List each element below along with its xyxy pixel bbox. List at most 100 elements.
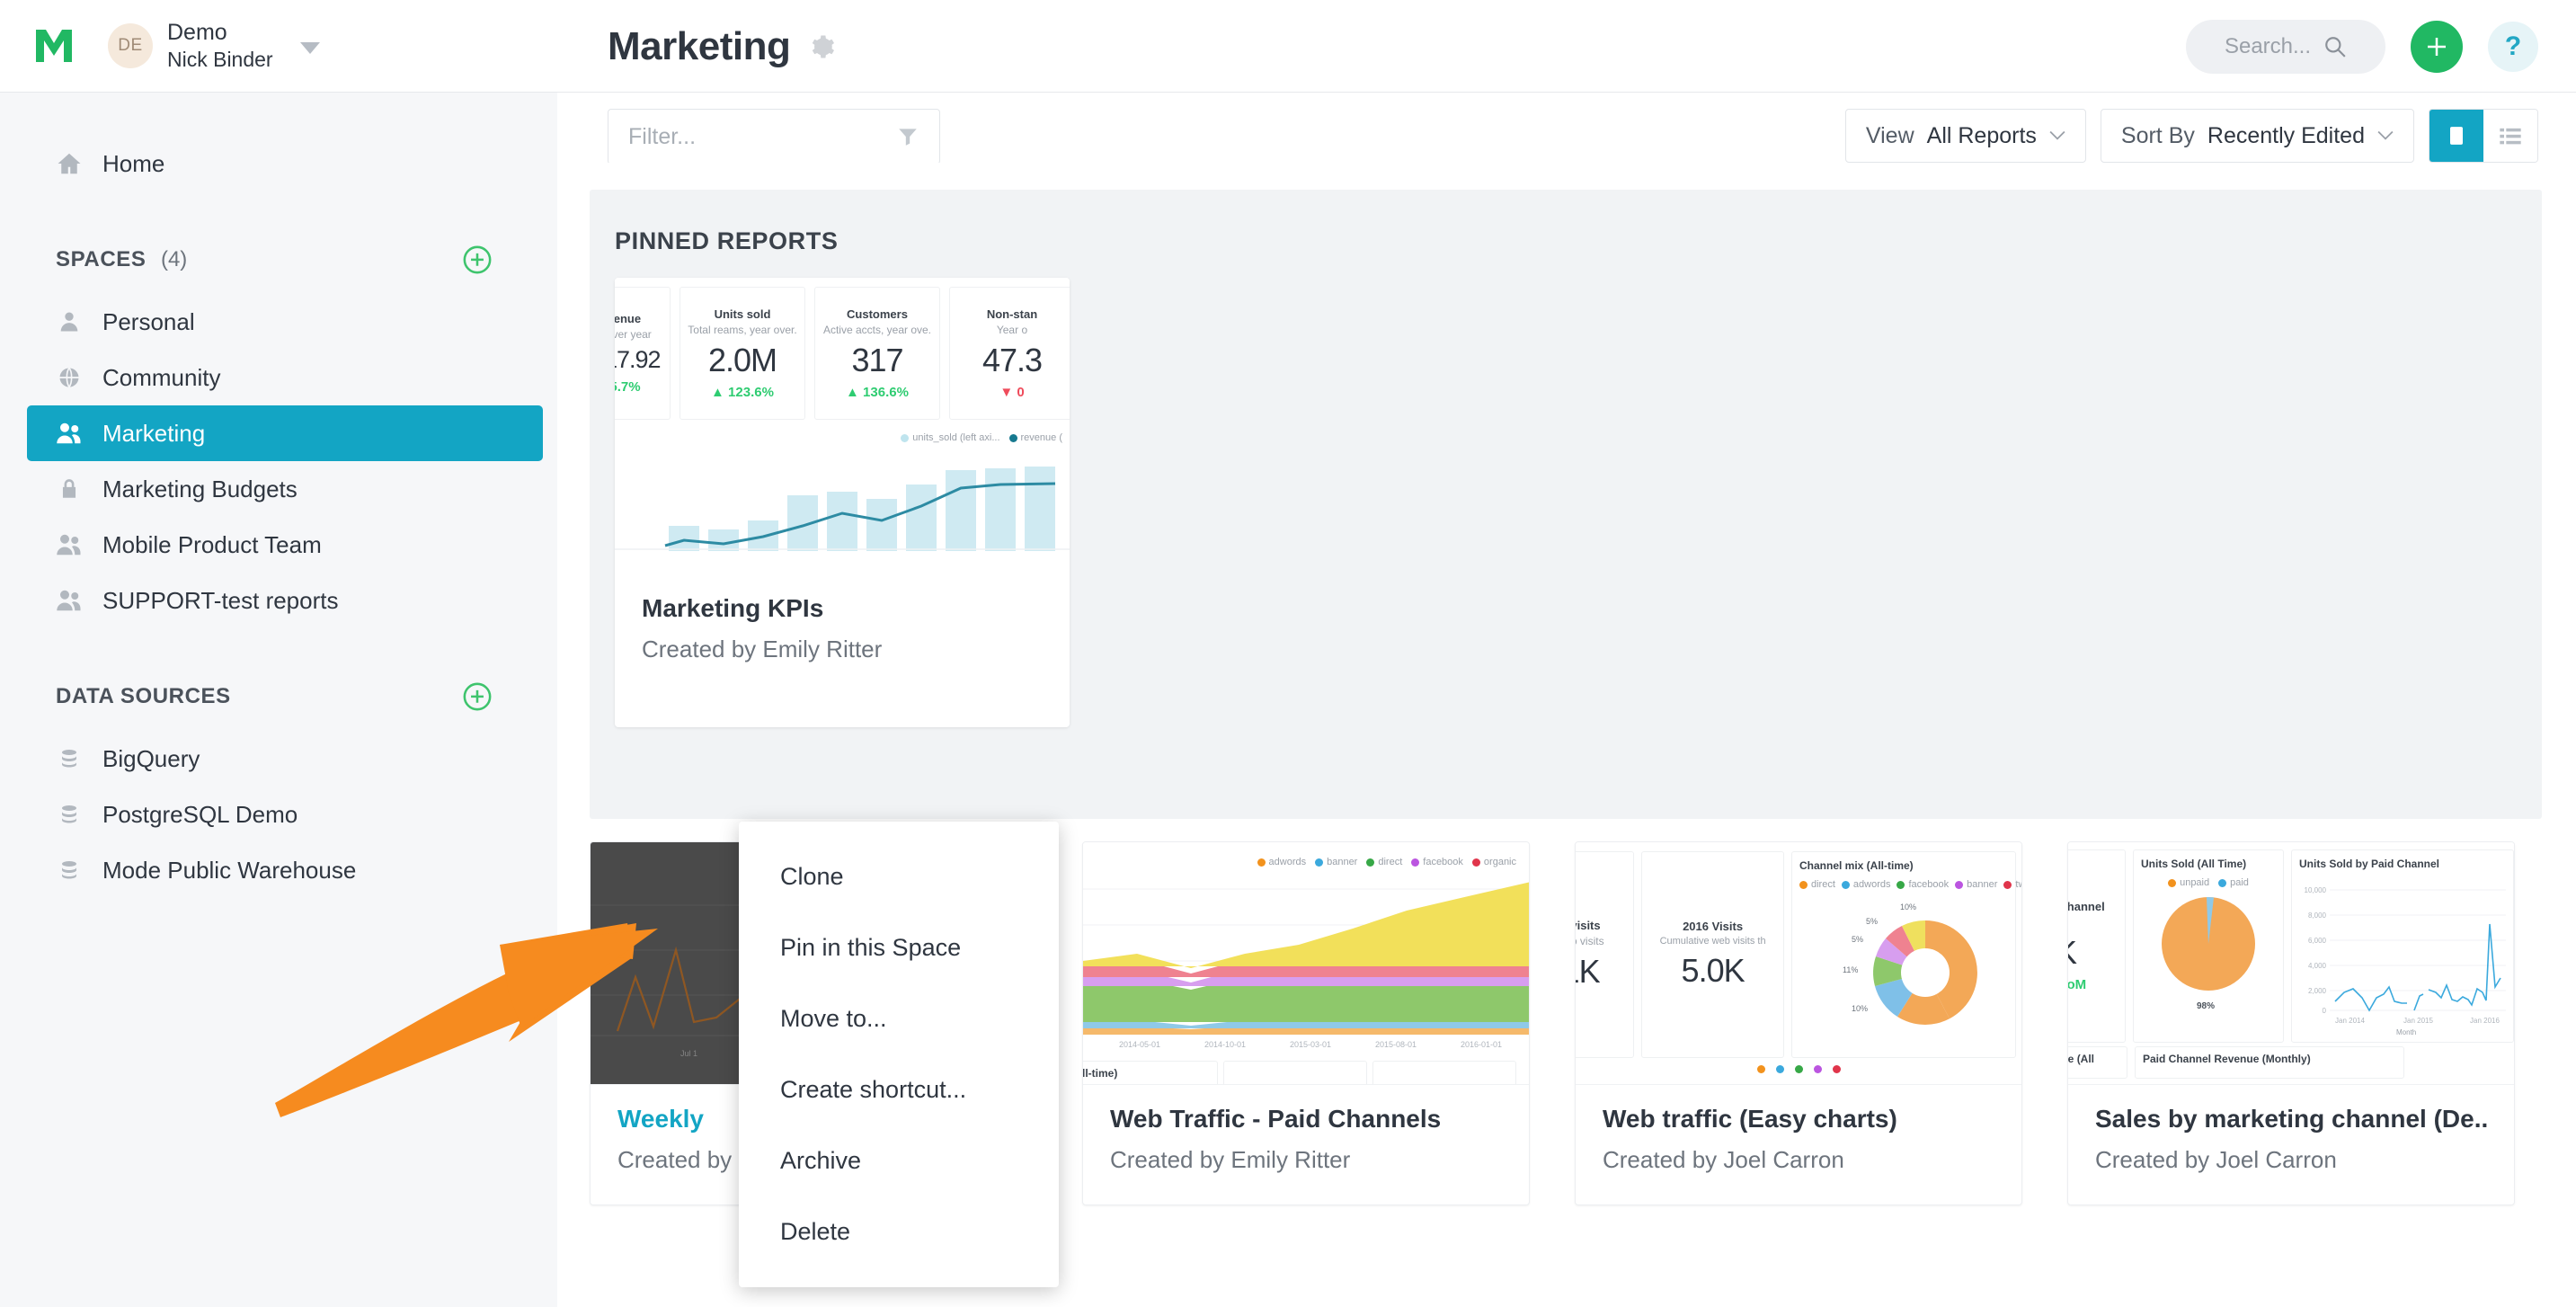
sort-by-select[interactable]: Sort By Recently Edited — [2100, 109, 2414, 163]
view-mode-toggle — [2429, 109, 2538, 163]
kpi-desc: Year o — [996, 323, 1028, 336]
kpi-desc: Year over year — [615, 328, 652, 341]
add-circle-icon[interactable] — [462, 681, 493, 712]
account-switcher[interactable]: DE Demo Nick Binder — [108, 19, 320, 73]
sidebar-item-home[interactable]: Home — [0, 136, 557, 191]
report-thumbnail: Revenue Year over year 4,917.92 ▲ 5.7% U… — [615, 278, 1070, 574]
data-sources-section-header: DATA SOURCES — [0, 677, 557, 716]
sidebar-item-label: Mode Public Warehouse — [102, 856, 357, 884]
sidebar-item-personal[interactable]: Personal — [0, 294, 557, 350]
context-menu-item-archive[interactable]: Archive — [739, 1125, 1059, 1196]
chart-legend-item: paid — [2218, 877, 2249, 888]
add-circle-icon[interactable] — [462, 245, 493, 275]
sidebar-item-mode-public-warehouse[interactable]: Mode Public Warehouse — [0, 842, 557, 898]
grid-view-button[interactable] — [2429, 110, 2483, 162]
stacked-area-chart: 2014-05-01 2014-10-01 2015-03-01 2015-08… — [1083, 882, 1529, 1049]
globe-icon — [56, 364, 83, 391]
plus-icon — [2428, 37, 2446, 56]
chart-legend-item: direct — [1366, 857, 1402, 867]
context-menu-item-delete[interactable]: Delete — [739, 1196, 1059, 1267]
mode-logo[interactable] — [0, 28, 108, 64]
context-menu-item-clone[interactable]: Clone — [739, 841, 1059, 912]
page-title: Marketing — [608, 23, 791, 68]
view-select[interactable]: View All Reports — [1844, 109, 2086, 163]
grid-view-icon — [2450, 127, 2463, 145]
sort-by-value: Recently Edited — [2207, 122, 2365, 148]
kpi-name: Revenue — [615, 312, 642, 325]
chart-legend-item — [1794, 1065, 1803, 1073]
donut-chart: 10% 5% 5% 11% 10% — [1843, 902, 1977, 1025]
search-icon — [2325, 36, 2346, 58]
sidebar-item-mobile-product-team[interactable]: Mobile Product Team — [0, 517, 557, 573]
axis-tick: 2015-03-01 — [1290, 1040, 1331, 1049]
donut-label: 10% — [1852, 1004, 1868, 1013]
chart-legend-item — [1756, 1065, 1765, 1073]
sidebar-item-bigquery[interactable]: BigQuery — [0, 731, 557, 787]
context-menu-item-move-to[interactable]: Move to... — [739, 983, 1059, 1054]
spaces-section-header: SPACES (4) — [0, 240, 557, 280]
chart-legend-item: twitter — [2003, 879, 2021, 890]
avatar: DE — [108, 23, 153, 68]
kpi-value: 1K — [1576, 953, 1601, 990]
help-button[interactable]: ? — [2488, 21, 2538, 72]
kpi-delta: ▲ 136.6% — [846, 384, 909, 400]
kpi-name: aid Channel — [2068, 900, 2105, 913]
sidebar-item-marketing-budgets[interactable]: Marketing Budgets — [0, 461, 557, 517]
report-card-web-traffic-easy-charts[interactable]: e visits web visits 1K 2016 Visits Cumul… — [1575, 841, 2022, 1205]
sidebar-item-postgresql-demo[interactable]: PostgreSQL Demo — [0, 787, 557, 842]
sidebar-item-support-test-reports[interactable]: SUPPORT-test reports — [0, 573, 557, 628]
home-icon — [56, 150, 83, 177]
people-icon — [56, 420, 83, 447]
filter-placeholder: Filter... — [628, 123, 697, 149]
pinned-reports-panel: PINNED REPORTS Revenue Year over year 4,… — [590, 190, 2542, 819]
kpi-value: 4K — [2068, 934, 2077, 972]
card-title[interactable]: Marketing KPIs — [642, 594, 1043, 623]
axis-tick: 2014-05-01 — [1119, 1040, 1160, 1049]
kpi-desc: Cumulative web visits th — [1659, 936, 1766, 947]
view-value: All Reports — [1926, 122, 2037, 148]
axis-tick: Jan 2014 — [2335, 1017, 2365, 1025]
create-button[interactable] — [2411, 20, 2463, 73]
chart-legend-item: units_sold (left axi... — [901, 432, 1000, 443]
sidebar: Home SPACES (4) Personal Community Marke… — [0, 93, 557, 1307]
chevron-down-icon[interactable] — [299, 41, 320, 54]
chart-legend-item: revenue ( — [1008, 432, 1062, 443]
lock-icon — [56, 476, 83, 502]
kpi-desc: Total reams, year over. — [688, 323, 797, 336]
search-input[interactable]: Search... — [2186, 19, 2385, 74]
sidebar-item-community[interactable]: Community — [0, 350, 557, 405]
pinned-report-card[interactable]: Revenue Year over year 4,917.92 ▲ 5.7% U… — [615, 278, 1070, 727]
context-menu-item-create-shortcut[interactable]: Create shortcut... — [739, 1054, 1059, 1125]
filter-input[interactable]: Filter... — [608, 109, 940, 164]
report-card-web-traffic-paid-channels[interactable]: adwords banner direct facebook organic 2… — [1082, 841, 1530, 1205]
sidebar-item-label: Marketing — [102, 419, 206, 447]
sidebar-item-label: SUPPORT-test reports — [102, 586, 339, 614]
report-card-sales-by-marketing-channel[interactable]: aid Channel Month 4K ▲ MoM Units Sold (A… — [2067, 841, 2515, 1205]
kpi-value: 4,917.92 — [615, 346, 662, 373]
sidebar-item-label: Community — [102, 363, 221, 391]
people-icon — [56, 531, 83, 558]
context-menu-item-pin-in-this-space[interactable]: Pin in this Space — [739, 912, 1059, 983]
chart-legend-item: facebook — [1411, 857, 1463, 867]
gear-icon[interactable] — [808, 33, 835, 60]
card-title[interactable]: Web traffic (Easy charts) — [1603, 1105, 1994, 1134]
chart-legend-item: adwords — [1841, 879, 1890, 890]
account-user: Nick Binder — [167, 48, 273, 72]
list-view-button[interactable] — [2483, 110, 2537, 162]
donut-chart-title: Channel mix (All-time) — [1799, 859, 1914, 872]
sort-by-label: Sort By — [2120, 122, 2195, 148]
chart-legend-item — [1775, 1065, 1784, 1073]
card-title[interactable]: Web Traffic - Paid Channels — [1110, 1105, 1502, 1134]
chart-legend-item: adwords — [1257, 857, 1306, 867]
card-author: Created by Joel Carron — [2095, 1146, 2337, 1173]
kpi-delta: ▼ 0 — [999, 384, 1025, 400]
kpi-delta: ▲ 123.6% — [711, 384, 774, 400]
card-title[interactable]: Sales by marketing channel (De... — [2095, 1105, 2487, 1134]
kpi-value: 47.3 — [982, 341, 1043, 378]
sidebar-item-label: Marketing Budgets — [102, 475, 298, 502]
axis-label: Month — [2396, 1028, 2416, 1036]
sidebar-item-marketing[interactable]: Marketing — [27, 405, 543, 461]
kpi-name: Non-stan — [986, 307, 1038, 321]
donut-label: 10% — [1900, 902, 1916, 911]
sidebar-item-label: BigQuery — [102, 744, 200, 772]
